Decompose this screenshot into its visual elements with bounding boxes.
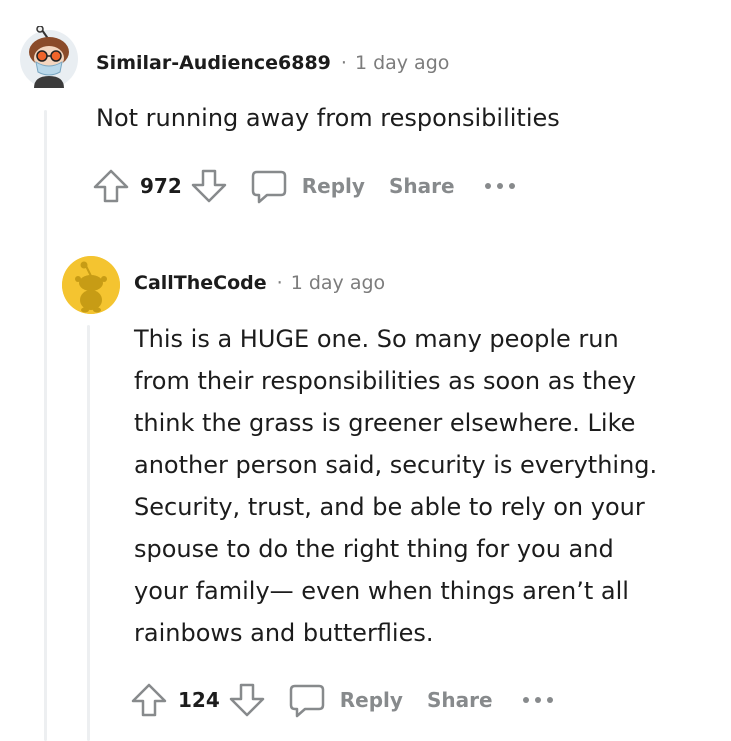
share-button[interactable]: Share	[427, 688, 493, 712]
comment-line: Security, trust, and be able to rely on …	[134, 493, 645, 521]
avatar[interactable]	[20, 26, 78, 88]
thread-line-level-2[interactable]	[87, 325, 90, 741]
comment-actions: 124 Reply Share	[130, 680, 555, 720]
reply-button[interactable]: Reply	[250, 167, 365, 205]
timestamp[interactable]: 1 day ago	[291, 272, 385, 294]
comment-body: This is a HUGE one. So many people run f…	[134, 318, 657, 654]
comment-line: another person said, security is everyth…	[134, 451, 658, 479]
username[interactable]: Similar-Audience6889	[96, 52, 331, 74]
downvote-arrow-icon[interactable]	[190, 167, 228, 205]
snoo-avatar-icon	[62, 256, 120, 314]
vote-count: 972	[140, 174, 182, 198]
comment-header: Similar-Audience6889 · 1 day ago	[96, 52, 449, 74]
reply-label: Reply	[339, 688, 403, 712]
separator: ·	[276, 272, 283, 294]
comment-line: your family— even when things aren’t all	[134, 577, 629, 605]
comment-actions: 972 Reply Share	[92, 166, 517, 206]
downvote-arrow-icon[interactable]	[228, 681, 266, 719]
comment-line: from their responsibilities as soon as t…	[134, 367, 637, 395]
reply-label: Reply	[301, 174, 365, 198]
comment-line: rainbows and butterflies.	[134, 619, 434, 647]
avatar[interactable]	[62, 256, 120, 314]
thread-line-level-1[interactable]	[44, 110, 47, 741]
reply-button[interactable]: Reply	[288, 681, 403, 719]
snoo-avatar-icon	[20, 26, 78, 88]
share-button[interactable]: Share	[389, 174, 455, 198]
vote-count: 124	[178, 688, 220, 712]
speech-bubble-icon	[250, 167, 288, 205]
comment-line: This is a HUGE one. So many people run	[134, 325, 619, 353]
comment-thread: Similar-Audience6889 · 1 day ago Not run…	[0, 0, 731, 741]
comment-header: CallTheCode · 1 day ago	[134, 272, 385, 294]
separator: ·	[340, 52, 347, 74]
timestamp[interactable]: 1 day ago	[355, 52, 449, 74]
more-dots-icon[interactable]	[521, 695, 555, 705]
more-dots-icon[interactable]	[483, 181, 517, 191]
comment-body: Not running away from responsibilities	[96, 104, 560, 132]
username[interactable]: CallTheCode	[134, 272, 267, 294]
upvote-arrow-icon[interactable]	[130, 681, 168, 719]
comment-line: spouse to do the right thing for you and	[134, 535, 614, 563]
comment-line: think the grass is greener elsewhere. Li…	[134, 409, 636, 437]
upvote-arrow-icon[interactable]	[92, 167, 130, 205]
speech-bubble-icon	[288, 681, 326, 719]
